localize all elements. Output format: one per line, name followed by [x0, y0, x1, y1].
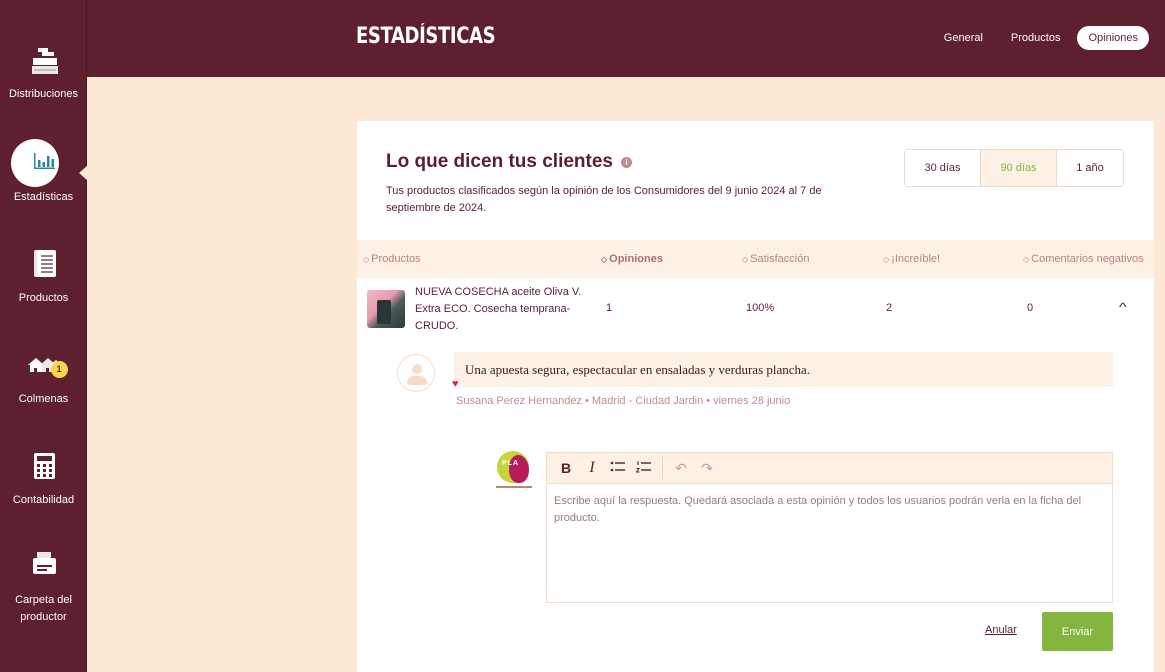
- card-title-text: Lo que dicen tus clientes: [386, 151, 613, 172]
- tabs: General Productos Opiniones: [933, 26, 1149, 50]
- bullet-list-icon: [610, 461, 625, 472]
- hives-icon: 1: [24, 345, 68, 385]
- bold-button[interactable]: B: [553, 457, 579, 479]
- sort-icon: ◇: [363, 255, 370, 264]
- calculator-icon: [24, 446, 64, 486]
- tab-productos[interactable]: Productos: [1000, 26, 1072, 50]
- logo-text: PLA: [502, 460, 519, 467]
- period-selector: 30 días 90 días 1 año: [904, 149, 1124, 187]
- top-bar: ESTADÍSTICAS General Productos Opiniones: [87, 0, 1165, 77]
- product-name: NUEVA COSECHA aceite Oliva V. Extra ECO.…: [415, 286, 582, 332]
- review-text: Una apuesta segura, espectacular en ensa…: [454, 352, 1113, 387]
- cell-negativos: 0: [1027, 302, 1034, 314]
- sidebar-item-label: Colmenas: [18, 393, 69, 405]
- cell-increible: 2: [886, 302, 893, 314]
- active-notch: [79, 165, 88, 181]
- sort-icon: ◇: [742, 255, 749, 264]
- sort-icon: ◇: [883, 255, 890, 264]
- tab-general[interactable]: General: [933, 26, 994, 50]
- column-header-opiniones[interactable]: ◇ Opiniones: [601, 253, 663, 265]
- logo-underline: [496, 486, 532, 488]
- column-label: Productos: [371, 253, 421, 265]
- sidebar-item-label: Distribuciones: [8, 88, 79, 100]
- sort-icon: ◇: [1023, 255, 1030, 264]
- tab-opiniones[interactable]: Opiniones: [1077, 26, 1149, 50]
- period-30-days[interactable]: 30 días: [905, 150, 981, 186]
- cancel-link[interactable]: Anular: [985, 624, 1017, 636]
- column-label: Satisfacción: [750, 253, 810, 265]
- sidebar-item-label: Productos: [18, 292, 69, 304]
- redo-icon[interactable]: ↷: [694, 457, 720, 479]
- italic-button[interactable]: I: [579, 457, 605, 479]
- sidebar-item-contabilidad[interactable]: Contabilidad: [0, 446, 87, 509]
- review-meta: Susana Perez Hernandez • Madrid - Ciudad…: [456, 395, 791, 407]
- table-header: ◇ Productos ◇ Opiniones ◇ Satisfacción ◇ ¡In…: [357, 240, 1154, 278]
- avatar-body: [407, 376, 427, 385]
- heart-icon: ♥: [452, 378, 459, 390]
- sidebar-item-label: Carpeta del productor: [15, 594, 72, 623]
- reply-textarea[interactable]: [547, 484, 1112, 602]
- column-header-negativos[interactable]: ◇ Comentarios negativos: [1023, 253, 1144, 265]
- period-1-year[interactable]: 1 año: [1057, 150, 1123, 186]
- sidebar-item-label: Contabilidad: [12, 494, 75, 506]
- folder-icon: [24, 546, 64, 586]
- sort-icon: ◇: [601, 255, 608, 264]
- numbered-list-icon: [635, 461, 651, 473]
- table-row[interactable]: NUEVA COSECHA aceite Oliva V. Extra ECO.…: [357, 278, 1154, 340]
- column-header-satisfaccion[interactable]: ◇ Satisfacción: [742, 253, 809, 265]
- sidebar-item-estadisticas[interactable]: Estadísticas: [0, 143, 87, 206]
- notebook-icon: [24, 244, 64, 284]
- sidebar-item-colmenas[interactable]: 1 Colmenas: [0, 345, 87, 408]
- period-90-days[interactable]: 90 días: [981, 150, 1057, 186]
- sidebar-item-label: Estadísticas: [13, 191, 74, 203]
- column-label: Opiniones: [609, 253, 663, 265]
- sidebar: Distribuciones Estadísticas Productos 1 …: [0, 0, 88, 672]
- chevron-up-icon[interactable]: ^: [1119, 300, 1127, 314]
- toolbar-divider: [662, 457, 663, 479]
- card-title: Lo que dicen tus clientes i: [386, 151, 632, 173]
- boxes-icon: [24, 40, 64, 80]
- cell-satisfaccion: 100%: [746, 302, 775, 314]
- producer-logo: PLA: [495, 451, 533, 491]
- card-subtitle: Tus productos clasificados según la opin…: [386, 185, 822, 214]
- column-header-productos[interactable]: ◇ Productos: [363, 253, 421, 265]
- editor-toolbar: B I ↶ ↷: [547, 453, 1112, 484]
- sidebar-item-distribuciones[interactable]: Distribuciones: [0, 40, 87, 103]
- avatar-head: [412, 364, 422, 374]
- reply-editor: B I ↶ ↷: [546, 452, 1113, 603]
- opinions-card: Lo que dicen tus clientes i Tus productos…: [357, 121, 1154, 672]
- numbered-list-button[interactable]: [631, 457, 657, 479]
- bullet-list-button[interactable]: [605, 457, 631, 479]
- sidebar-item-productos[interactable]: Productos: [0, 244, 87, 307]
- bar-chart-icon: [24, 143, 64, 183]
- avatar: [397, 354, 435, 392]
- product-thumbnail: [367, 290, 405, 328]
- sidebar-item-carpeta[interactable]: Carpeta del productor: [0, 546, 87, 626]
- column-label: Comentarios negativos: [1031, 253, 1144, 265]
- cell-opiniones: 1: [606, 302, 613, 314]
- info-icon[interactable]: i: [621, 157, 632, 168]
- column-header-increible[interactable]: ◇ ¡Increíble!: [883, 253, 940, 265]
- notification-badge: 1: [50, 361, 68, 378]
- column-label: ¡Increíble!: [891, 253, 941, 265]
- undo-icon[interactable]: ↶: [668, 457, 694, 479]
- page-title: ESTADÍSTICAS: [356, 24, 496, 49]
- send-button[interactable]: Enviar: [1042, 612, 1113, 651]
